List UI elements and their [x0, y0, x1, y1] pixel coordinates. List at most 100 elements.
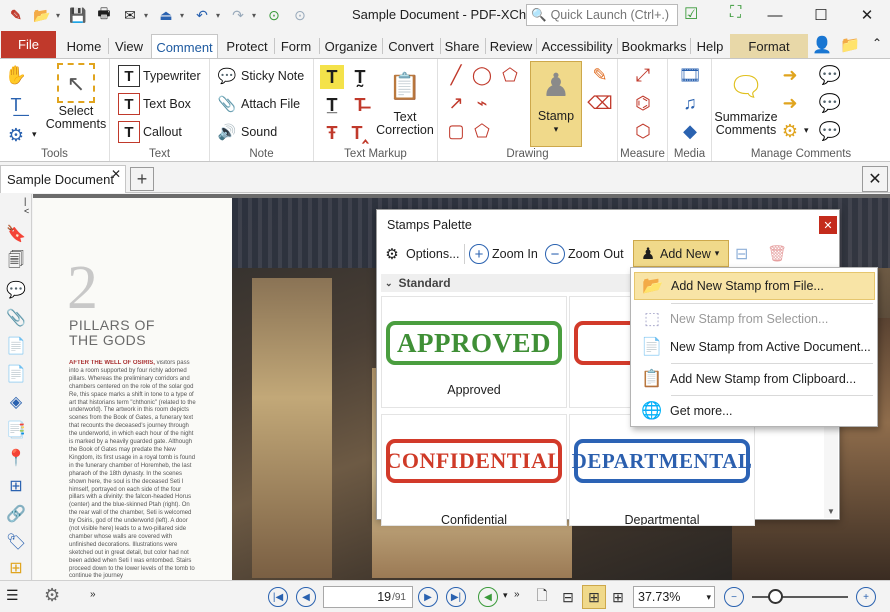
menu-get-more[interactable]: 🌐 Get more... [634, 397, 875, 425]
links-panel-icon[interactable]: 🔗 [4, 502, 28, 526]
distance-icon[interactable]: ⤢ [631, 63, 655, 87]
video-icon[interactable]: 🎞 [678, 63, 702, 87]
select-text-icon[interactable]: T͟ [4, 93, 28, 117]
tab-form[interactable]: Form [278, 34, 314, 58]
close-document-button[interactable]: ✕ [862, 166, 888, 192]
insert-text-icon[interactable]: T‸ [348, 121, 372, 145]
layers-panel-icon[interactable]: ◈ [4, 390, 28, 414]
arrow-icon[interactable]: ↗ [444, 91, 468, 115]
back-icon[interactable]: ⊙ [262, 4, 286, 26]
strikeout-icon[interactable]: T̶ [348, 93, 372, 117]
eraser-icon[interactable]: ⌫ [587, 91, 612, 115]
open-folder-icon[interactable]: 📂 [30, 4, 54, 26]
content-panel-icon[interactable]: 📄 [4, 334, 28, 358]
redo-icon[interactable]: ↷ [226, 4, 250, 26]
attachments-panel-icon[interactable]: 📎 [4, 306, 28, 330]
hide-comments-icon[interactable]: 💬 [818, 91, 842, 115]
select-tool-icon[interactable]: ⚙ [4, 123, 28, 147]
add-new-button[interactable]: ♟ Add New ▾ [633, 240, 729, 267]
area-icon[interactable]: ⬡ [631, 119, 655, 143]
zoom-in-status-button[interactable]: + [856, 587, 876, 607]
replace-text-icon[interactable]: Ŧ [320, 121, 344, 145]
tab-share[interactable]: Share [444, 34, 480, 58]
signatures-panel-icon[interactable]: 📄 [4, 362, 28, 386]
tab-comment[interactable]: Comment [151, 34, 218, 59]
document-tab[interactable]: Sample Document ✕ [0, 165, 126, 193]
scan-dropdown-icon[interactable]: ▾ [180, 11, 188, 20]
comments-panel-icon[interactable]: 💬 [4, 278, 28, 302]
first-page-button[interactable]: |◀ [268, 587, 288, 607]
forward-view-icon[interactable]: » [514, 589, 520, 600]
fullscreen-icon[interactable]: ⛶ [730, 4, 741, 22]
zoom-out-status-button[interactable]: − [724, 587, 744, 607]
zoom-slider-handle[interactable] [768, 589, 783, 604]
callout-button[interactable]: T Callout [118, 121, 182, 143]
status-settings-icon[interactable]: ⚙ [44, 585, 60, 606]
zoom-slider[interactable] [752, 596, 848, 598]
delete-stamp-icon[interactable]: 🗑 [767, 244, 787, 264]
last-page-button[interactable]: ▶| [446, 587, 466, 607]
menu-add-from-file[interactable]: 📂 Add New Stamp from File... [634, 272, 875, 300]
stamp-button[interactable]: ♟ Stamp ▾ [530, 61, 582, 147]
stamps-palette-close-button[interactable]: ✕ [819, 216, 837, 234]
cloud-icon[interactable]: ⬠ [470, 119, 494, 143]
show-comments-icon[interactable]: 💬 [818, 63, 842, 87]
options-button[interactable]: ⚙ Options... [381, 242, 459, 266]
perimeter-icon[interactable]: ⌬ [631, 91, 655, 115]
sound-button[interactable]: 🔊 Sound [216, 121, 278, 143]
menu-from-clipboard[interactable]: 📋 Add New Stamp from Clipboard... [634, 365, 875, 393]
maximize-button[interactable]: ☐ [798, 0, 844, 30]
tab-help[interactable]: Help [694, 34, 726, 58]
text-box-button[interactable]: T Text Box [118, 93, 191, 115]
tab-protect[interactable]: Protect [222, 34, 272, 58]
minimize-button[interactable]: — [752, 0, 798, 30]
zoom-in-button[interactable]: + Zoom In [469, 242, 538, 266]
3d-model-icon[interactable]: ◆ [678, 119, 702, 143]
oval-icon[interactable]: ◯ [470, 63, 494, 87]
continuous-page-icon[interactable]: ⊟ [556, 585, 580, 609]
select-tool-dropdown-icon[interactable]: ▾ [32, 129, 37, 140]
facing-continuous-icon[interactable]: ⊞ [606, 585, 630, 609]
summarize-comments-button[interactable]: 🗨 Summarize Comments [714, 63, 778, 137]
previous-page-button[interactable]: ◀ [296, 587, 316, 607]
scroll-down-icon[interactable]: ▼ [824, 504, 838, 518]
flatten-comments-icon[interactable]: 💬 [818, 119, 842, 143]
rectangle-icon[interactable]: ▢ [444, 119, 468, 143]
fields-panel-icon[interactable]: 📑 [4, 418, 28, 442]
pencil-icon[interactable]: ✎ [588, 63, 612, 87]
line-icon[interactable]: ╱ [444, 63, 468, 87]
tab-bookmarks[interactable]: Bookmarks [621, 34, 687, 58]
pages-panel-icon[interactable]: 🗐 [4, 250, 28, 274]
text-correction-button[interactable]: 📋 Text Correction [374, 63, 436, 137]
comment-styles-dropdown-icon[interactable]: ▾ [804, 125, 809, 136]
scan-icon[interactable]: ⏏ [154, 4, 178, 26]
order-panel-icon[interactable]: ⊞ [4, 556, 28, 580]
highlight-icon[interactable]: T [320, 65, 344, 89]
close-window-button[interactable]: ✕ [844, 0, 890, 30]
undo-icon[interactable]: ↶ [190, 4, 214, 26]
redo-dropdown-icon[interactable]: ▾ [252, 11, 260, 20]
save-icon[interactable]: 💾 [66, 4, 90, 26]
bookmarks-panel-icon[interactable]: 🔖 [4, 222, 28, 246]
underline-icon[interactable]: T̲ [320, 93, 344, 117]
back-view-button[interactable]: ◀ [478, 587, 498, 607]
structure-panel-icon[interactable]: ⊞ [4, 474, 28, 498]
comment-styles-icon[interactable]: ⚙ [778, 119, 802, 143]
edit-stamp-icon[interactable]: ⊟ [735, 244, 748, 264]
stamp-confidential[interactable]: CONFIDENTIAL Confidential [381, 414, 567, 526]
tab-review[interactable]: Review [489, 34, 533, 58]
status-menu-icon[interactable]: ☰ [6, 587, 19, 604]
close-tab-icon[interactable]: ✕ [111, 167, 121, 181]
tab-home[interactable]: Home [62, 34, 106, 58]
email-dropdown-icon[interactable]: ▾ [144, 11, 152, 20]
zoom-out-button[interactable]: − Zoom Out [545, 242, 624, 266]
stamp-departmental[interactable]: DEPARTMENTAL Departmental [569, 414, 755, 526]
tab-organize[interactable]: Organize [323, 34, 379, 58]
audio-icon[interactable]: ♫ [678, 91, 702, 115]
tab-file[interactable]: File [1, 31, 56, 58]
tab-format[interactable]: Format [730, 34, 808, 58]
new-tab-button[interactable]: + [130, 167, 154, 191]
import-comments-icon[interactable]: ➜ [778, 63, 802, 87]
facing-pages-icon[interactable]: ⊞ [582, 585, 606, 609]
typewriter-button[interactable]: T Typewriter [118, 65, 201, 87]
